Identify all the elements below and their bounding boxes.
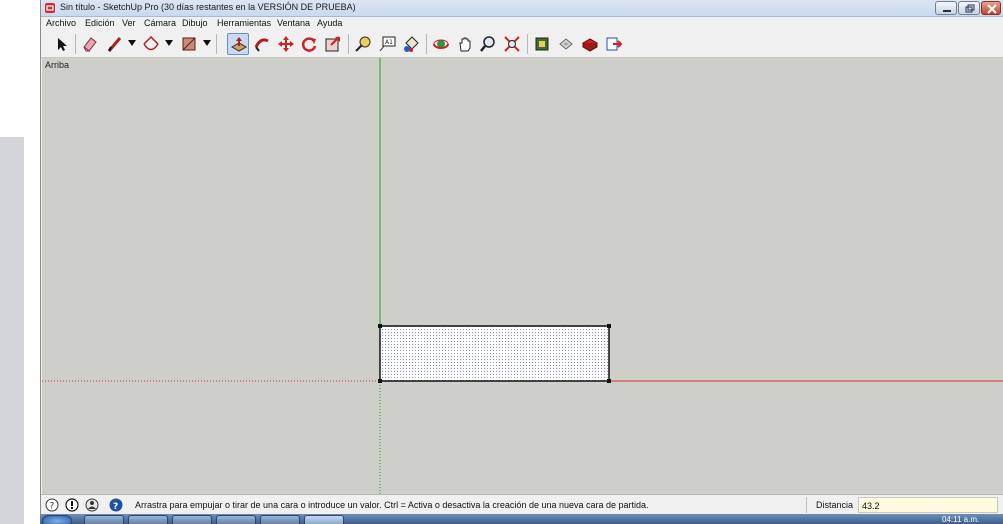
pencil-line-icon xyxy=(107,37,122,52)
measurement-input[interactable]: 43.2 xyxy=(858,497,998,513)
toolbar-separator xyxy=(216,34,217,54)
follow-me-icon xyxy=(254,38,269,52)
move-icon xyxy=(278,36,294,52)
eraser-tool-button[interactable] xyxy=(79,33,101,55)
pan-icon xyxy=(459,37,471,52)
rectangle-icon xyxy=(182,37,196,51)
svg-text:?: ? xyxy=(50,502,55,512)
taskbar-app-button[interactable] xyxy=(216,515,256,524)
rectangle-tool-button[interactable] xyxy=(178,33,200,55)
paint-bucket-tool-button[interactable] xyxy=(400,33,422,55)
minimize-icon xyxy=(943,10,951,12)
side-panel xyxy=(0,137,24,524)
scale-icon xyxy=(325,36,340,52)
zoom-tool-button[interactable] xyxy=(477,33,499,55)
orbit-icon xyxy=(433,39,449,49)
arc-icon xyxy=(143,35,159,51)
share-model-icon xyxy=(559,38,573,50)
menu-dibujo[interactable]: Dibujo xyxy=(182,18,208,28)
taskbar-app-button[interactable] xyxy=(260,515,300,524)
push-pull-icon xyxy=(230,37,248,52)
layout-icon xyxy=(606,37,623,51)
zoom-extents-icon xyxy=(504,36,520,52)
follow-me-tool-button[interactable] xyxy=(251,33,273,55)
chevron-down-icon[interactable] xyxy=(165,40,173,46)
vertex-point xyxy=(378,324,382,328)
text-tool-button[interactable]: A1 xyxy=(376,33,398,55)
push-pull-tool-button[interactable] xyxy=(227,33,249,55)
restore-button[interactable] xyxy=(958,1,980,15)
paint-bucket-icon xyxy=(404,36,419,52)
taskbar-app-button[interactable] xyxy=(172,515,212,524)
menu-archivo[interactable]: Archivo xyxy=(46,18,76,28)
chevron-down-icon[interactable] xyxy=(203,40,211,46)
menu-camara[interactable]: Cámara xyxy=(144,18,176,28)
orbit-tool-button[interactable] xyxy=(430,33,452,55)
model-scene xyxy=(42,58,1003,494)
title-bar: Sin título - SketchUp Pro (30 días resta… xyxy=(41,0,1003,17)
sketchup-window: Sin título - SketchUp Pro (30 días resta… xyxy=(40,0,1003,514)
menu-edicion[interactable]: Edición xyxy=(85,18,115,28)
scale-tool-button[interactable] xyxy=(322,33,344,55)
share-model-button[interactable] xyxy=(555,33,577,55)
arc-tool-button[interactable] xyxy=(140,33,162,55)
measurement-label: Distancia xyxy=(816,500,854,510)
drawing-viewport[interactable]: Arriba xyxy=(42,58,1003,494)
tape-measure-tool-button[interactable] xyxy=(352,33,374,55)
status-separator xyxy=(806,497,807,513)
taskbar-app-button[interactable] xyxy=(128,515,168,524)
instructor-help-icon[interactable]: ? xyxy=(109,498,123,512)
move-tool-button[interactable] xyxy=(275,33,297,55)
toolbar-separator xyxy=(75,34,76,54)
zoom-extents-tool-button[interactable] xyxy=(501,33,523,55)
svg-text:?: ? xyxy=(113,502,118,512)
text-icon: A1 xyxy=(379,36,396,52)
menu-ver[interactable]: Ver xyxy=(122,18,136,28)
sketchup-logo-icon xyxy=(45,3,55,13)
close-button[interactable] xyxy=(981,1,1001,15)
menu-ayuda[interactable]: Ayuda xyxy=(317,18,342,28)
select-arrow-icon xyxy=(58,38,67,51)
status-bar: ? ? Arrastra para empujar o tirar de una… xyxy=(41,494,1003,514)
select-tool-button[interactable] xyxy=(50,33,72,55)
chevron-down-icon[interactable] xyxy=(128,40,136,46)
geolocation-icon[interactable]: ? xyxy=(45,498,59,512)
menu-herramientas[interactable]: Herramientas xyxy=(217,18,271,28)
restore-icon xyxy=(965,4,975,13)
toolbar-separator xyxy=(527,34,528,54)
extension-warehouse-button[interactable] xyxy=(579,33,601,55)
3d-warehouse-icon xyxy=(535,37,549,51)
3d-warehouse-button[interactable] xyxy=(531,33,553,55)
rotate-icon xyxy=(301,37,317,52)
rectangle-face[interactable] xyxy=(379,325,610,382)
close-icon xyxy=(987,4,997,14)
taskbar-clock: 04:11 a.m. xyxy=(942,515,980,524)
toolbar-separator xyxy=(348,34,349,54)
eraser-icon xyxy=(83,37,97,52)
tape-measure-icon xyxy=(355,36,371,52)
vertex-point xyxy=(378,379,382,383)
layout-button[interactable] xyxy=(603,33,625,55)
rotate-tool-button[interactable] xyxy=(298,33,320,55)
extension-warehouse-icon xyxy=(581,38,599,52)
taskbar-sketchup-button[interactable] xyxy=(304,515,344,524)
window-title: Sin título - SketchUp Pro (30 días resta… xyxy=(60,2,356,12)
menu-bar: Archivo Edición Ver Cámara Dibujo Herram… xyxy=(41,17,1003,30)
taskbar-app-button[interactable] xyxy=(84,515,124,524)
credits-icon[interactable] xyxy=(65,498,79,512)
start-button[interactable] xyxy=(42,515,72,524)
vertex-point xyxy=(607,324,611,328)
windows-taskbar: 04:11 a.m. xyxy=(40,514,1003,524)
zoom-icon xyxy=(480,36,495,52)
line-tool-button[interactable] xyxy=(104,33,126,55)
minimize-button[interactable] xyxy=(935,1,957,15)
menu-ventana[interactable]: Ventana xyxy=(277,18,310,28)
toolbar-separator xyxy=(426,34,427,54)
vertex-point xyxy=(607,379,611,383)
svg-text:A1: A1 xyxy=(385,39,393,46)
main-toolbar: A1 xyxy=(41,30,1003,58)
pan-tool-button[interactable] xyxy=(454,33,476,55)
status-message: Arrastra para empujar o tirar de una car… xyxy=(135,500,649,510)
user-account-icon[interactable] xyxy=(85,498,99,512)
